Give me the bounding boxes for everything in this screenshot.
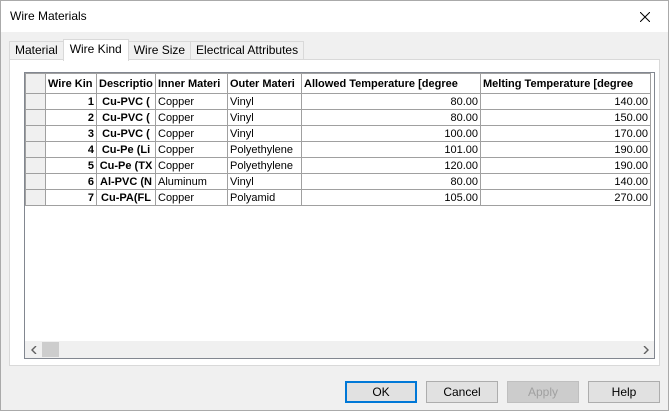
column-header-description[interactable]: Descriptio [96, 73, 156, 94]
outer-material-cell[interactable]: Polyamid [227, 189, 302, 206]
inner-material-cell[interactable]: Copper [155, 109, 228, 126]
melting-temperature-cell[interactable]: 270.00 [480, 189, 651, 206]
description-cell[interactable]: Cu-PVC ( [96, 93, 156, 110]
allowed-temperature-cell[interactable]: 105.00 [301, 189, 481, 206]
column-header-melting-temperature[interactable]: Melting Temperature [degree [480, 73, 651, 94]
close-button[interactable] [622, 1, 668, 32]
inner-material-cell[interactable]: Copper [155, 141, 228, 158]
wire-kind-cell[interactable]: 6 [45, 173, 97, 190]
wire-kind-cell[interactable]: 7 [45, 189, 97, 206]
apply-button[interactable]: Apply [507, 381, 579, 403]
row-header[interactable] [25, 189, 46, 206]
tab-wire-kind[interactable]: Wire Kind [62, 39, 129, 61]
wire-kind-cell[interactable]: 1 [45, 93, 97, 110]
melting-temperature-cell[interactable]: 170.00 [480, 125, 651, 142]
table-row[interactable]: 4 Cu-Pe (Li Copper Polyethylene 101.00 1… [25, 141, 651, 158]
description-cell[interactable]: Al-PVC (N [96, 173, 156, 190]
row-header[interactable] [25, 157, 46, 174]
wire-kind-cell[interactable]: 4 [45, 141, 97, 158]
wire-kind-cell[interactable]: 2 [45, 109, 97, 126]
row-header[interactable] [25, 125, 46, 142]
wire-kind-cell[interactable]: 5 [45, 157, 97, 174]
scroll-left-button[interactable] [25, 341, 42, 358]
grid-table: Wire Kin Descriptio Inner Materi Outer M… [25, 73, 651, 206]
scroll-right-button[interactable] [637, 341, 654, 358]
outer-material-cell[interactable]: Vinyl [227, 173, 302, 190]
table-row[interactable]: 7 Cu-PA(FL Copper Polyamid 105.00 270.00 [25, 189, 651, 206]
description-cell[interactable]: Cu-PVC ( [96, 109, 156, 126]
table-row[interactable]: 2 Cu-PVC ( Copper Vinyl 80.00 150.00 [25, 109, 651, 126]
row-header[interactable] [25, 173, 46, 190]
melting-temperature-cell[interactable]: 150.00 [480, 109, 651, 126]
row-header[interactable] [25, 141, 46, 158]
help-button[interactable]: Help [588, 381, 660, 403]
outer-material-cell[interactable]: Vinyl [227, 125, 302, 142]
tab-material[interactable]: Material [9, 41, 64, 60]
chevron-left-icon [30, 345, 36, 354]
table-row[interactable]: 5 Cu-Pe (TX Copper Polyethylene 120.00 1… [25, 157, 651, 174]
description-cell[interactable]: Cu-Pe (TX [96, 157, 156, 174]
allowed-temperature-cell[interactable]: 80.00 [301, 109, 481, 126]
inner-material-cell[interactable]: Copper [155, 157, 228, 174]
tab-wire-size[interactable]: Wire Size [127, 41, 192, 60]
outer-material-cell[interactable]: Vinyl [227, 93, 302, 110]
description-cell[interactable]: Cu-PVC ( [96, 125, 156, 142]
table-row[interactable]: 1 Cu-PVC ( Copper Vinyl 80.00 140.00 [25, 93, 651, 110]
tab-electrical-attributes[interactable]: Electrical Attributes [190, 41, 305, 60]
horizontal-scrollbar[interactable] [25, 341, 654, 358]
allowed-temperature-cell[interactable]: 80.00 [301, 173, 481, 190]
corner-cell[interactable] [25, 73, 46, 94]
inner-material-cell[interactable]: Copper [155, 125, 228, 142]
cancel-button[interactable]: Cancel [426, 381, 498, 403]
inner-material-cell[interactable]: Aluminum [155, 173, 228, 190]
allowed-temperature-cell[interactable]: 101.00 [301, 141, 481, 158]
outer-material-cell[interactable]: Polyethylene [227, 157, 302, 174]
column-header-inner-material[interactable]: Inner Materi [155, 73, 228, 94]
inner-material-cell[interactable]: Copper [155, 189, 228, 206]
table-row[interactable]: 3 Cu-PVC ( Copper Vinyl 100.00 170.00 [25, 125, 651, 142]
description-cell[interactable]: Cu-Pe (Li [96, 141, 156, 158]
allowed-temperature-cell[interactable]: 100.00 [301, 125, 481, 142]
close-icon [640, 11, 650, 22]
wire-materials-dialog: Wire Materials Material Wire Kind Wire S… [0, 0, 669, 411]
row-header[interactable] [25, 93, 46, 110]
window-title: Wire Materials [10, 9, 87, 23]
title-bar: Wire Materials [1, 1, 668, 32]
inner-material-cell[interactable]: Copper [155, 93, 228, 110]
outer-material-cell[interactable]: Vinyl [227, 109, 302, 126]
melting-temperature-cell[interactable]: 190.00 [480, 141, 651, 158]
allowed-temperature-cell[interactable]: 120.00 [301, 157, 481, 174]
wire-kind-panel: Wire Kin Descriptio Inner Materi Outer M… [9, 59, 660, 366]
ok-button[interactable]: OK [345, 381, 417, 403]
table-row[interactable]: 6 Al-PVC (N Aluminum Vinyl 80.00 140.00 [25, 173, 651, 190]
tab-strip: Material Wire Kind Wire Size Electrical … [9, 39, 305, 61]
melting-temperature-cell[interactable]: 140.00 [480, 173, 651, 190]
column-header-outer-material[interactable]: Outer Materi [227, 73, 302, 94]
scroll-thumb[interactable] [42, 342, 59, 357]
wire-kind-cell[interactable]: 3 [45, 125, 97, 142]
outer-material-cell[interactable]: Polyethylene [227, 141, 302, 158]
header-row: Wire Kin Descriptio Inner Materi Outer M… [25, 73, 651, 94]
wire-kind-grid[interactable]: Wire Kin Descriptio Inner Materi Outer M… [24, 72, 655, 359]
column-header-allowed-temperature[interactable]: Allowed Temperature [degree [301, 73, 481, 94]
melting-temperature-cell[interactable]: 190.00 [480, 157, 651, 174]
column-header-wire-kind[interactable]: Wire Kin [45, 73, 97, 94]
allowed-temperature-cell[interactable]: 80.00 [301, 93, 481, 110]
row-header[interactable] [25, 109, 46, 126]
chevron-right-icon [643, 345, 649, 354]
melting-temperature-cell[interactable]: 140.00 [480, 93, 651, 110]
description-cell[interactable]: Cu-PA(FL [96, 189, 156, 206]
